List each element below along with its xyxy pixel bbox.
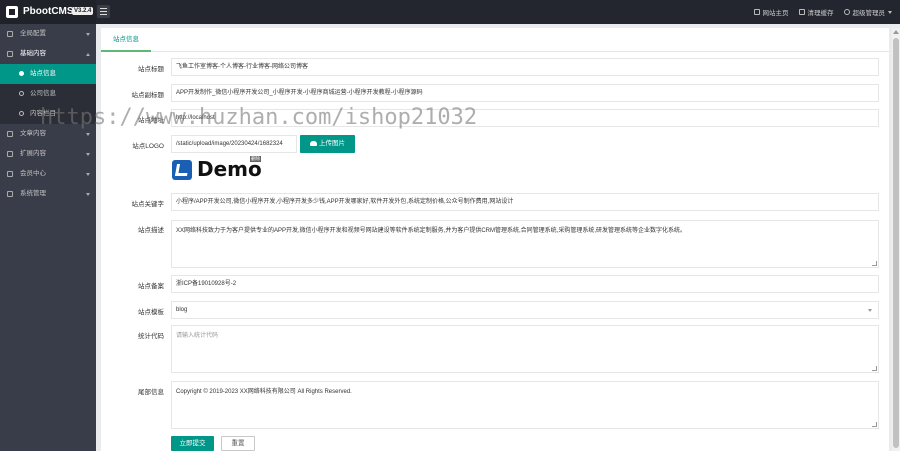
chevron-down-icon xyxy=(86,173,90,176)
template-select[interactable]: blog xyxy=(171,301,879,319)
subtitle-input[interactable]: APP开发制作_微信小程序开发公司_小程序开发-小程序商城运营-小程序开发教程-… xyxy=(171,84,879,102)
resize-handle-icon[interactable] xyxy=(872,366,877,371)
submit-button[interactable]: 立即提交 xyxy=(171,436,214,451)
logo-delete-badge[interactable]: 删除 xyxy=(250,156,261,162)
tab-site-info[interactable]: 站点信息 xyxy=(101,28,151,52)
site-home-link[interactable]: 网站主页 xyxy=(753,7,789,17)
member-icon xyxy=(7,171,13,177)
reset-button[interactable]: 重置 xyxy=(221,436,255,451)
description-label: 站点描述 xyxy=(138,227,164,234)
keywords-input[interactable]: 小程序/APP开发公司,微信小程序开发,小程序开发多少钱,APP开发哪家好,软件… xyxy=(171,193,879,211)
upload-image-button[interactable]: 上传图片 xyxy=(300,135,355,153)
sidebar-item-members[interactable]: 会员中心 xyxy=(0,164,96,184)
page-scrollbar[interactable] xyxy=(892,28,900,451)
main-panel: 站点信息 站点标题 飞鱼工作室博客-个人博客-行业博客-网络公司博客 站点副标题… xyxy=(101,28,889,451)
chevron-down-icon xyxy=(86,33,90,36)
list-icon xyxy=(7,51,13,57)
logo-path-input[interactable]: /static/upload/image/20230424/1682324 xyxy=(171,135,297,153)
icp-label: 站点备案 xyxy=(138,283,164,290)
sidebar-item-global-config[interactable]: 全局配置 xyxy=(0,24,96,44)
title-input[interactable]: 飞鱼工作室博客-个人博客-行业博客-网络公司博客 xyxy=(171,58,879,76)
top-links: 网站主页 清理缓存 超级管理员 xyxy=(753,0,892,24)
sidebar-item-site-info[interactable]: 站点信息 xyxy=(0,64,96,84)
sidebar-item-system[interactable]: 系统管理 xyxy=(0,184,96,204)
icp-input[interactable]: 浙ICP备19010928号-2 xyxy=(171,275,879,293)
brand-name: PbootCMS xyxy=(23,6,74,17)
top-header: PbootCMS V3.2.4 网站主页 清理缓存 超级管理员 xyxy=(0,0,900,24)
version-badge: V3.2.4 xyxy=(72,7,94,15)
settings-icon xyxy=(7,191,13,197)
clear-cache-link[interactable]: 清理缓存 xyxy=(798,7,834,17)
trash-icon xyxy=(798,9,805,15)
tab-bar: 站点信息 xyxy=(101,28,889,52)
chevron-up-icon xyxy=(86,53,90,56)
title-label: 站点标题 xyxy=(138,66,164,73)
logo-label: 站点LOGO xyxy=(132,143,164,150)
user-menu[interactable]: 超级管理员 xyxy=(843,7,892,17)
watermark-text: https://www.huzhan.com/ishop21032 xyxy=(40,105,478,130)
footer-label: 尾部信息 xyxy=(138,389,164,396)
chevron-down-icon xyxy=(868,309,872,312)
file-icon xyxy=(7,131,13,137)
stat-label: 统计代码 xyxy=(138,333,164,340)
sidebar: 全局配置 基础内容 站点信息 公司信息 内容栏目 文章内容 扩展内容 会员中心 xyxy=(0,24,96,451)
chevron-down-icon xyxy=(86,133,90,136)
sidebar-item-company-info[interactable]: 公司信息 xyxy=(0,84,96,104)
template-label: 站点模板 xyxy=(138,309,164,316)
scrollbar-thumb[interactable] xyxy=(893,38,899,448)
puzzle-icon xyxy=(7,151,13,157)
home-icon xyxy=(753,9,760,15)
pboot-logo-icon xyxy=(6,6,18,18)
logo-mark-icon xyxy=(172,160,192,180)
brand-logo[interactable]: PbootCMS V3.2.4 xyxy=(0,0,96,24)
circle-icon xyxy=(19,111,24,116)
resize-handle-icon[interactable] xyxy=(872,261,877,266)
gear-icon xyxy=(19,71,24,76)
chevron-down-icon xyxy=(888,10,892,14)
resize-handle-icon[interactable] xyxy=(872,422,877,427)
circle-icon xyxy=(19,91,24,96)
sidebar-item-basic-content[interactable]: 基础内容 xyxy=(0,44,96,64)
description-textarea[interactable]: XX网络科技致力于为客户提供专业的APP开发,微信小程序开发和视频号网站建设等软… xyxy=(171,220,879,268)
keywords-label: 站点关键字 xyxy=(131,201,165,208)
user-icon xyxy=(843,9,850,15)
menu-toggle-icon[interactable] xyxy=(97,5,110,18)
scroll-up-icon[interactable] xyxy=(893,30,899,34)
cloud-upload-icon xyxy=(310,141,317,146)
chevron-down-icon xyxy=(86,193,90,196)
chevron-down-icon xyxy=(86,153,90,156)
subtitle-label: 站点副标题 xyxy=(131,92,165,99)
gear-icon xyxy=(7,31,13,37)
sidebar-item-extensions[interactable]: 扩展内容 xyxy=(0,144,96,164)
stat-code-textarea[interactable]: 请输入统计代码 xyxy=(171,325,879,373)
logo-preview: Demo 删除 xyxy=(172,156,262,181)
footer-textarea[interactable]: Copyright © 2019-2023 XX网络科技有限公司 All Rig… xyxy=(171,381,879,429)
